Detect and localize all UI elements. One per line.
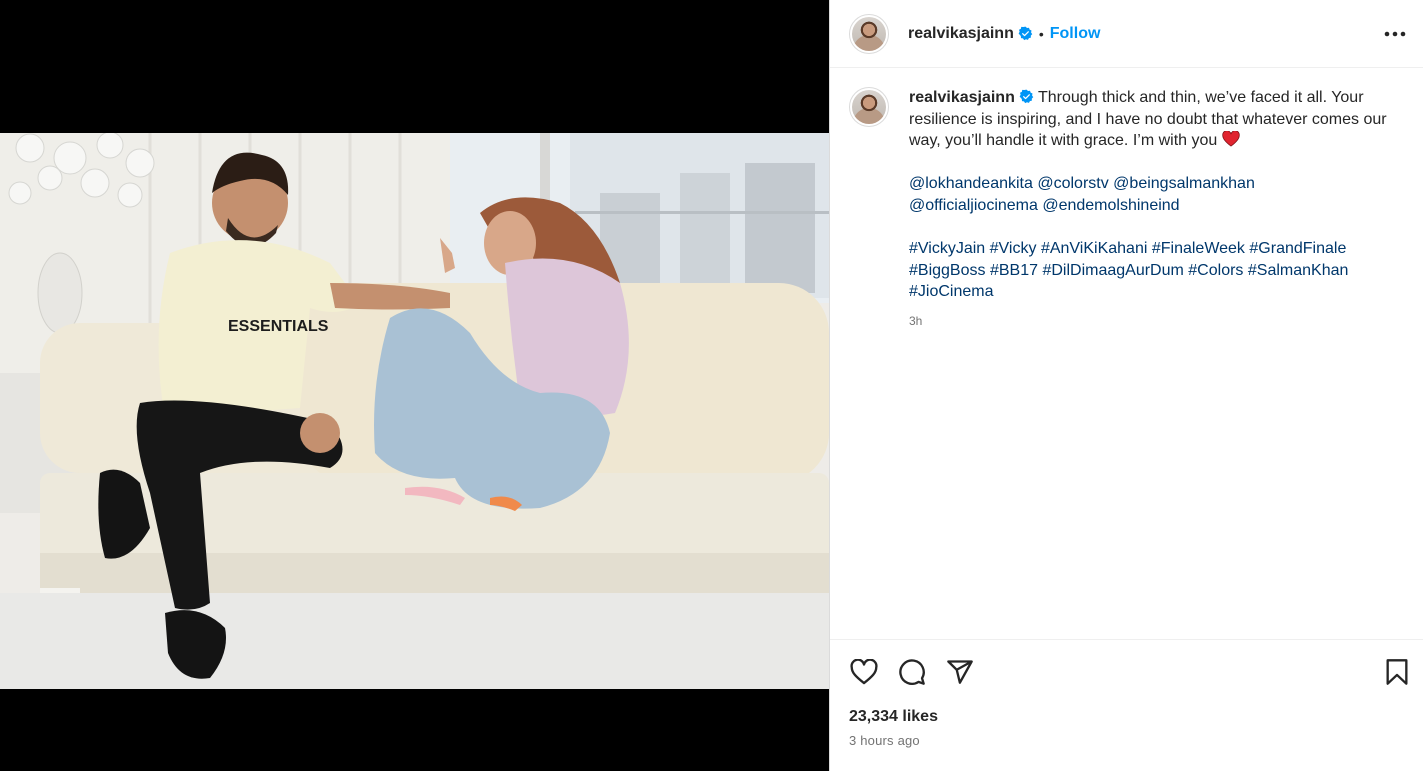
action-bar [830,640,1423,704]
bookmark-icon [1386,659,1408,685]
hashtag-link[interactable]: #GrandFinale [1249,240,1346,257]
caption-text: realvikasjainn Through thick and thin, w… [909,87,1389,333]
red-heart-emoji-icon [1222,131,1240,147]
more-options-button[interactable] [1383,22,1407,46]
comment-icon [899,659,925,685]
mentions-line-1: @lokhandeankita @colorstv @beingsalmankh… [909,173,1389,195]
share-button[interactable] [945,657,975,687]
mentions-line-2: @officialjiocinema @endemolshineind [909,195,1389,217]
post-header: realvikasjainn • Follow [830,0,1423,68]
like-button[interactable] [849,657,879,687]
share-icon [947,660,973,684]
hashtag-link[interactable]: #Vicky [990,240,1037,257]
photo-illustration: ESSENTIALS [0,133,829,689]
post-photo[interactable]: ESSENTIALS [0,133,829,689]
hashtag-link[interactable]: #VickyJain [909,240,985,257]
instagram-post-modal: ESSENTIALS realvikasjainn • Follow realv… [0,0,1423,771]
hashtag-link[interactable]: #SalmanKhan [1248,262,1349,279]
hashtag-link[interactable]: #FinaleWeek [1152,240,1245,257]
post-timestamp[interactable]: 3 hours ago [830,733,1423,748]
caption-author-avatar[interactable] [849,87,889,127]
caption-relative-time[interactable]: 3h [909,311,1389,333]
hashtag-link[interactable]: #AnViKiKahani [1041,240,1147,257]
hashtags-line-1: #VickyJain #Vicky #AnViKiKahani #FinaleW… [909,238,1389,260]
media-pane: ESSENTIALS [0,0,829,771]
hashtags-line-3: #JioCinema [909,281,1389,303]
more-options-icon [1384,31,1406,36]
caption-section: realvikasjainn Through thick and thin, w… [830,69,1423,639]
hashtag-link[interactable]: #BB17 [990,262,1038,279]
caption-row: realvikasjainn Through thick and thin, w… [849,87,1408,333]
author-avatar[interactable] [849,13,889,54]
save-button[interactable] [1382,657,1412,687]
caption-author-username[interactable]: realvikasjainn [909,89,1015,106]
post-details-panel: realvikasjainn • Follow realvikasjainn T… [829,0,1423,771]
separator-dot: • [1038,25,1044,42]
verified-badge-icon [1018,26,1033,41]
heart-icon [850,659,878,685]
follow-button[interactable]: Follow [1050,25,1101,43]
comment-button[interactable] [897,657,927,687]
mention-link[interactable]: @officialjiocinema [909,197,1038,214]
likes-count[interactable]: 23,334 likes [830,708,1423,726]
svg-text:ESSENTIALS: ESSENTIALS [228,318,329,335]
mention-link[interactable]: @lokhandeankita [909,175,1033,192]
hashtag-link[interactable]: #BiggBoss [909,262,986,279]
hashtag-link[interactable]: #DilDimaagAurDum [1042,262,1183,279]
actions-section: 23,334 likes 3 hours ago [830,639,1423,771]
hashtag-link[interactable]: #JioCinema [909,283,993,300]
verified-badge-icon [1019,89,1034,104]
hashtag-link[interactable]: #Colors [1188,262,1243,279]
hashtags-line-2: #BiggBoss #BB17 #DilDimaagAurDum #Colors… [909,260,1389,282]
mention-link[interactable]: @endemolshineind [1042,197,1179,214]
mention-link[interactable]: @colorstv [1037,175,1108,192]
mention-link[interactable]: @beingsalmankhan [1113,175,1255,192]
author-username[interactable]: realvikasjainn [908,25,1014,43]
